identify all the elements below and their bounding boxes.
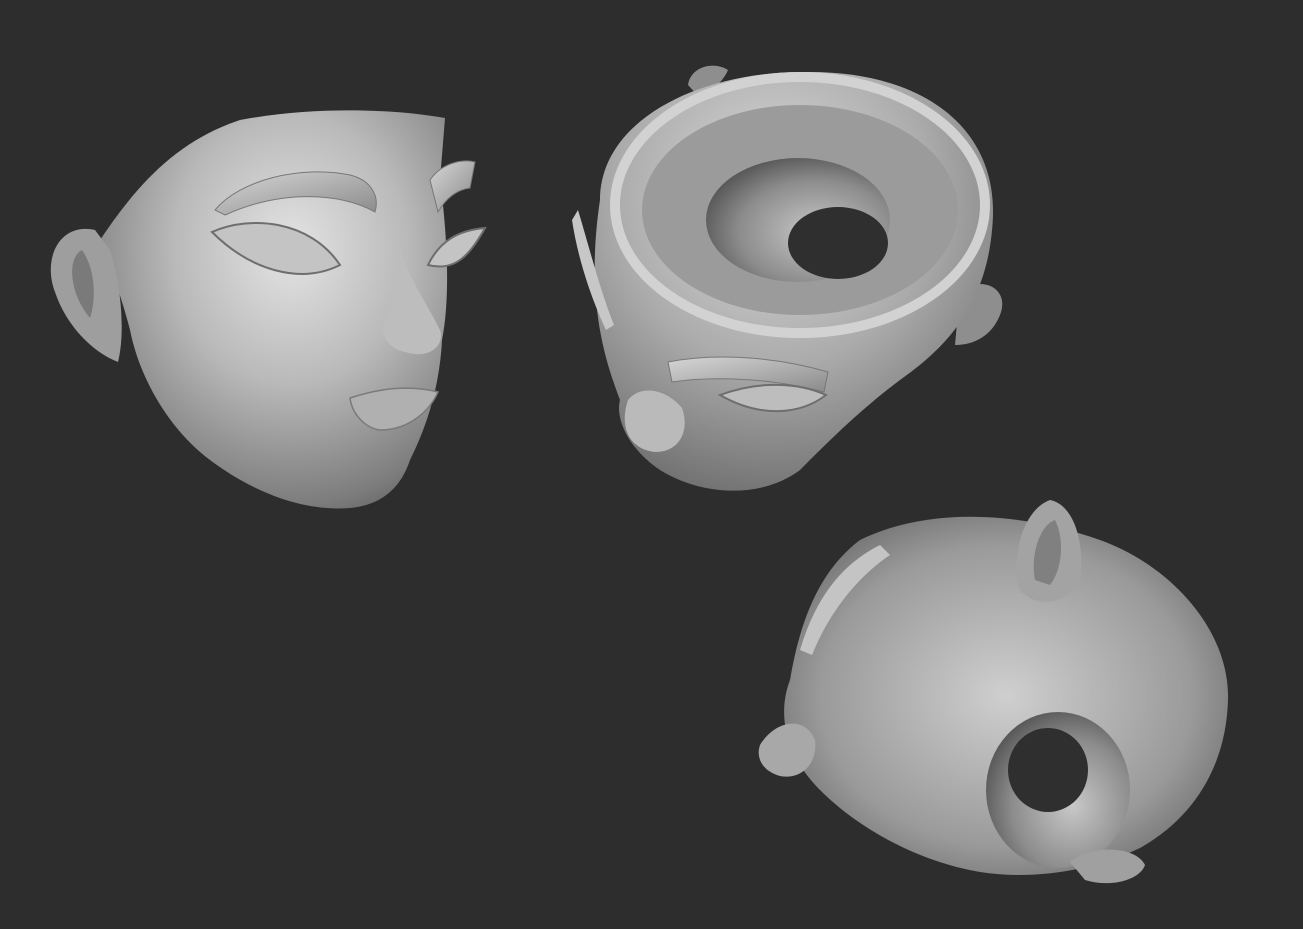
head-top-down-view[interactable] xyxy=(572,65,1003,491)
viewport-canvas[interactable] xyxy=(0,0,1303,929)
head-back-view[interactable] xyxy=(758,500,1229,884)
render-svg xyxy=(50,65,1229,884)
socket-hole xyxy=(788,207,888,279)
head-front-three-quarter-view[interactable] xyxy=(50,110,487,509)
back-hole xyxy=(1008,728,1088,812)
